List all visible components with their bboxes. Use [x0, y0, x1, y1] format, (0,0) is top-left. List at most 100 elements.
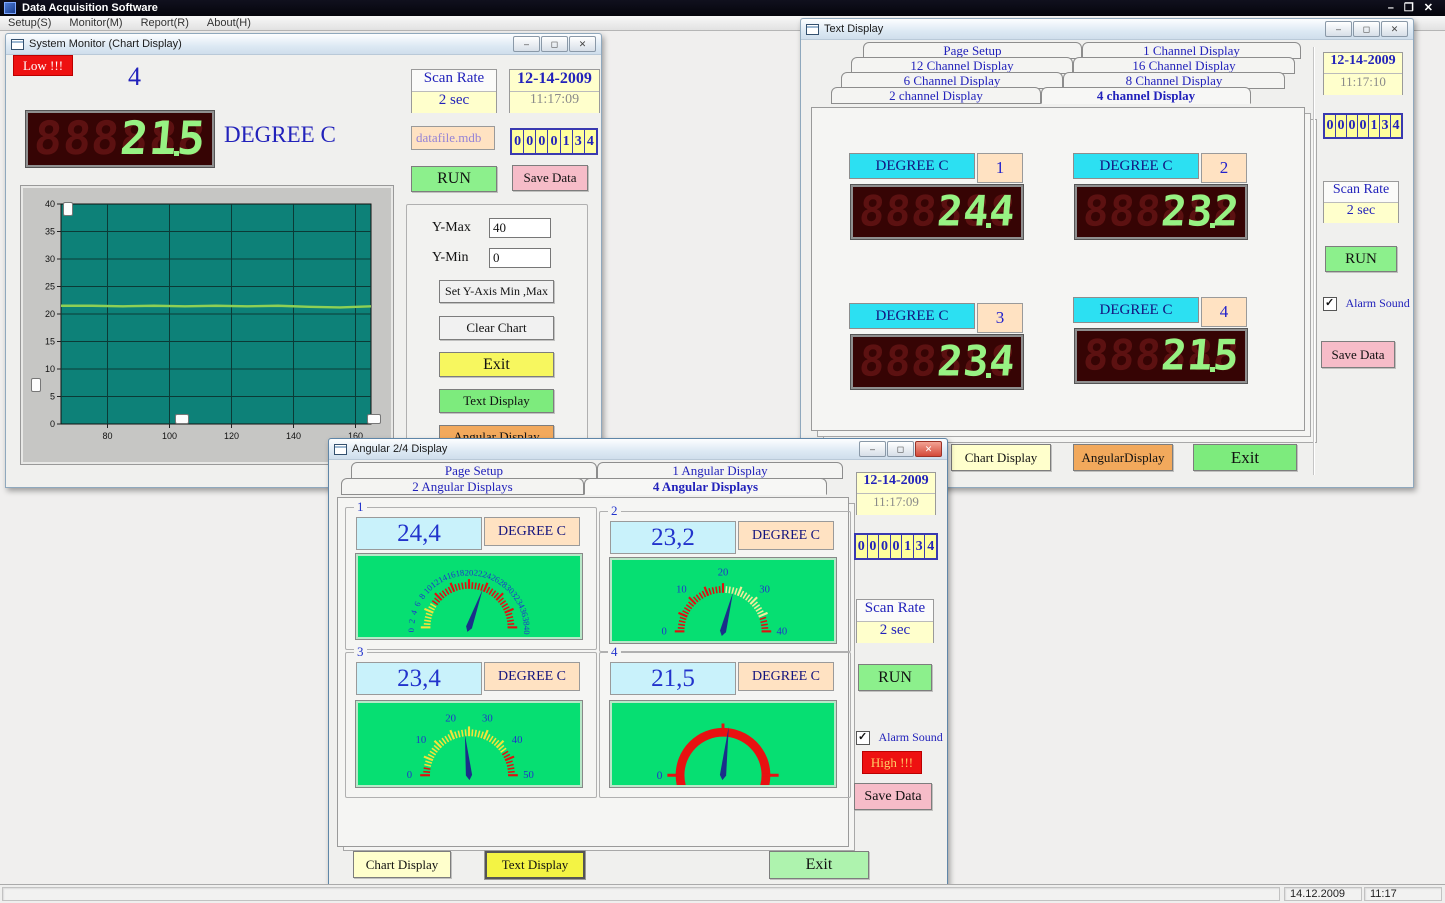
- gauge-number-label: 1: [354, 499, 367, 515]
- svg-text:20: 20: [465, 567, 474, 577]
- y-min-input[interactable]: [489, 248, 551, 268]
- close-icon[interactable]: ✕: [915, 441, 942, 457]
- seven-segment-display: 888828484: [850, 184, 1024, 240]
- status-date: 14.12.2009: [1284, 887, 1362, 901]
- gauge-number-label: 3: [354, 644, 367, 660]
- svg-text:40: 40: [512, 734, 523, 746]
- datafile-field[interactable]: datafile.mdb: [411, 126, 495, 150]
- chart-scroll-handle[interactable]: [31, 378, 41, 392]
- menu-about[interactable]: About(H): [207, 17, 251, 29]
- maximize-icon[interactable]: ◻: [541, 36, 568, 52]
- angular-window-title: Angular 2/4 Display: [352, 443, 448, 455]
- app-icon: [4, 2, 16, 14]
- svg-text:20: 20: [718, 567, 729, 578]
- minimize-icon[interactable]: –: [1325, 21, 1352, 37]
- record-counter: 0000134: [854, 533, 938, 560]
- close-icon[interactable]: ✕: [569, 36, 596, 52]
- minimize-icon[interactable]: –: [513, 36, 540, 52]
- unit-label: DEGREE C: [224, 122, 336, 147]
- save-data-button[interactable]: Save Data: [854, 783, 932, 810]
- panel-divider: [1313, 47, 1314, 475]
- scan-rate-label: Scan Rate: [857, 600, 933, 622]
- run-button[interactable]: RUN: [1325, 246, 1397, 272]
- svg-text:40: 40: [777, 626, 788, 637]
- svg-text:18: 18: [455, 567, 465, 578]
- gauge-number-label: 2: [608, 503, 621, 519]
- svg-text:30: 30: [45, 254, 55, 264]
- alarm-sound-checkbox[interactable]: [1323, 296, 1337, 311]
- channel-number-label: 3: [977, 303, 1023, 333]
- svg-text:140: 140: [286, 431, 301, 441]
- gauge-group-4: 4 21,5 DEGREE C 0: [599, 644, 851, 798]
- app-window: Data Acquisition Software – ❐ ✕ Setup(S)…: [0, 0, 1445, 903]
- minimize-icon[interactable]: –: [1388, 3, 1394, 14]
- run-button[interactable]: RUN: [411, 166, 497, 192]
- restore-icon[interactable]: ❐: [1404, 3, 1414, 14]
- datetime-box: 12-14-2009 11:17:09: [509, 69, 600, 113]
- text-display-button[interactable]: Text Display: [439, 389, 554, 413]
- svg-text:20: 20: [445, 713, 456, 725]
- save-data-button[interactable]: Save Data: [1321, 341, 1395, 368]
- run-button[interactable]: RUN: [858, 664, 932, 691]
- chart-scroll-handle[interactable]: [63, 202, 73, 216]
- chart-scroll-handle[interactable]: [175, 414, 189, 424]
- scan-rate-label: Scan Rate: [1324, 182, 1398, 203]
- tab-2-channel[interactable]: 2 channel Display: [831, 87, 1041, 104]
- channel-unit-label: DEGREE C: [1073, 153, 1199, 179]
- svg-text:0: 0: [657, 769, 663, 782]
- seven-segment-display: 888828384: [850, 334, 1024, 390]
- save-data-button[interactable]: Save Data: [512, 165, 588, 191]
- main-titlebar[interactable]: Data Acquisition Software – ❐ ✕: [0, 0, 1445, 16]
- app-title: Data Acquisition Software: [22, 2, 158, 14]
- text-window-title: Text Display: [824, 23, 884, 35]
- tab-4-angular[interactable]: 4 Angular Displays: [584, 478, 827, 495]
- tab-4-channel[interactable]: 4 channel Display: [1041, 87, 1251, 104]
- record-counter: 0000134: [510, 128, 598, 155]
- svg-text:25: 25: [45, 282, 55, 292]
- seven-segment-display: 888828185: [25, 110, 215, 168]
- chart-display-button[interactable]: Chart Display: [951, 444, 1051, 471]
- channel-unit-label: DEGREE C: [849, 153, 975, 179]
- clear-chart-button[interactable]: Clear Chart: [439, 316, 554, 340]
- text-window-titlebar[interactable]: Text Display – ◻ ✕: [801, 19, 1413, 40]
- chart-window-titlebar[interactable]: System Monitor (Chart Display) – ◻ ✕: [6, 34, 601, 55]
- svg-text:40: 40: [45, 199, 55, 209]
- exit-button[interactable]: Exit: [1193, 444, 1297, 471]
- chart-scroll-handle[interactable]: [367, 414, 381, 424]
- tab-page-setup[interactable]: Page Setup: [351, 462, 597, 479]
- exit-button[interactable]: Exit: [439, 352, 554, 377]
- text-display-button[interactable]: Text Display: [485, 851, 585, 879]
- svg-text:6: 6: [412, 599, 423, 608]
- tab-1-angular[interactable]: 1 Angular Display: [597, 462, 843, 479]
- close-icon[interactable]: ✕: [1424, 3, 1433, 14]
- svg-text:15: 15: [45, 337, 55, 347]
- svg-text:5: 5: [50, 392, 55, 402]
- menu-report[interactable]: Report(R): [141, 17, 189, 29]
- angular-gauge: 0: [609, 700, 837, 788]
- close-icon[interactable]: ✕: [1381, 21, 1408, 37]
- alarm-sound-label: Alarm Sound: [1345, 296, 1410, 311]
- alarm-sound-checkbox[interactable]: [856, 730, 870, 745]
- angular-display-button[interactable]: AngularDisplay: [1073, 444, 1173, 471]
- exit-button[interactable]: Exit: [769, 851, 869, 879]
- maximize-icon[interactable]: ◻: [887, 441, 914, 457]
- set-y-axis-button[interactable]: Set Y-Axis Min ,Max: [439, 280, 554, 303]
- angular-gauge: 0 10 20 30 40: [609, 557, 837, 644]
- channel-number-label: 2: [1201, 153, 1247, 183]
- gauge-unit-label: DEGREE C: [738, 521, 834, 550]
- high-alarm-badge: High !!!: [862, 751, 922, 774]
- y-max-input[interactable]: [489, 218, 551, 238]
- menu-monitor[interactable]: Monitor(M): [69, 17, 122, 29]
- angular-window-titlebar[interactable]: Angular 2/4 Display – ◻ ✕: [329, 439, 947, 460]
- svg-text:80: 80: [102, 431, 112, 441]
- seven-segment-display: 888828382: [1074, 184, 1248, 240]
- maximize-icon[interactable]: ◻: [1353, 21, 1380, 37]
- y-min-label: Y-Min: [432, 250, 469, 265]
- minimize-icon[interactable]: –: [859, 441, 886, 457]
- svg-text:30: 30: [759, 585, 770, 596]
- chart-display-button[interactable]: Chart Display: [353, 851, 451, 878]
- scan-rate-box: Scan Rate 2 sec: [1323, 181, 1399, 223]
- time-display: 11:17:09: [857, 494, 935, 515]
- menu-setup[interactable]: Setup(S): [8, 17, 51, 29]
- tab-2-angular[interactable]: 2 Angular Displays: [341, 478, 584, 495]
